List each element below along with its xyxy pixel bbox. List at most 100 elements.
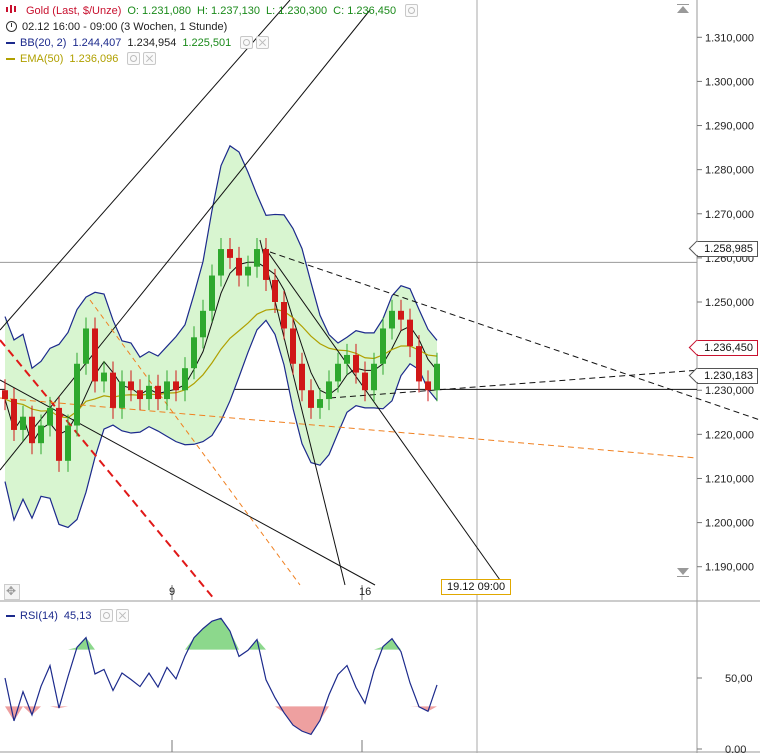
candle-body — [335, 363, 341, 382]
candle-body — [182, 368, 188, 391]
candle-body — [290, 328, 296, 364]
candle-body — [11, 399, 17, 430]
candle-body — [2, 390, 8, 400]
candle-body — [173, 381, 179, 391]
bb-close-icon[interactable] — [256, 36, 270, 49]
candle-body — [146, 385, 152, 400]
rsi-oversold-fill — [14, 706, 23, 721]
bb-settings-icon[interactable] — [240, 36, 254, 49]
bollinger-band-fill — [5, 145, 437, 528]
candle-body — [155, 385, 161, 400]
y-tick-label: 1.290,000 — [705, 121, 754, 133]
rsi-overbought-fill — [212, 618, 221, 650]
scroll-up-icon[interactable] — [677, 6, 689, 13]
legend-price: Gold (Last, $/Unze) O: 1.231,080 H: 1.23… — [6, 3, 419, 18]
candle-body — [110, 372, 116, 408]
legend-period: 02.12 16:00 - 09:00 (3 Wochen, 1 Stunde) — [6, 19, 233, 34]
ema-settings-icon[interactable] — [127, 52, 141, 65]
candle-body — [119, 381, 125, 408]
rsi-settings-icon[interactable] — [100, 609, 114, 622]
rsi-oversold-fill — [59, 706, 68, 709]
candle-body — [209, 275, 215, 311]
ema-label: EMA(50) — [20, 52, 64, 65]
legend-bb: BB(20, 2) 1.244,407 1.234,954 1.225,501 — [6, 35, 270, 50]
candle-body — [389, 310, 395, 329]
scroll-bottom-bar — [677, 576, 689, 577]
symbol-settings-icon[interactable] — [405, 4, 419, 17]
legend-ema: EMA(50) 1.236,096 — [6, 51, 157, 66]
candle-body — [398, 310, 404, 320]
bb-label: BB(20, 2) — [20, 36, 67, 49]
ohlc-low: L: 1.230,300 — [265, 4, 328, 17]
rsi-y-tick-label: 50,00 — [725, 673, 753, 685]
rsi-y-tick-label: 0,00 — [725, 744, 746, 753]
candle-body — [101, 372, 107, 382]
candle-body — [65, 425, 71, 461]
candle-body — [317, 399, 323, 408]
candle-body — [380, 328, 386, 364]
bb-lower: 1.225,501 — [182, 36, 232, 49]
rsi-overbought-fill — [194, 628, 203, 650]
candle-body — [92, 328, 98, 382]
candle-body — [299, 363, 305, 391]
ohlc-high: H: 1.237,130 — [196, 4, 260, 17]
candle-body — [353, 354, 359, 373]
scroll-down-icon[interactable] — [677, 568, 689, 575]
candle-body — [20, 416, 26, 430]
move-icon[interactable] — [4, 584, 20, 600]
y-tick-label: 1.310,000 — [705, 32, 754, 44]
candle-body — [272, 279, 278, 302]
candle-body — [74, 363, 80, 426]
rsi-oversold-fill — [311, 706, 320, 735]
candle-body — [407, 319, 413, 347]
y-tick-label: 1.280,000 — [705, 165, 754, 177]
ema-value: 1.236,096 — [69, 52, 119, 65]
ohlc-open: O: 1.231,080 — [127, 4, 191, 17]
scroll-top-bar — [677, 4, 689, 5]
y-tick-label: 1.230,000 — [705, 385, 754, 397]
candle-body — [47, 407, 53, 426]
candle-body — [254, 249, 260, 267]
candle-body — [38, 425, 44, 444]
price-badge-b1: 1.258,985 — [697, 241, 758, 257]
x-tick-label: 16 — [359, 586, 371, 598]
y-tick-label: 1.190,000 — [705, 562, 754, 574]
candle-body — [200, 310, 206, 338]
candle-body — [164, 381, 170, 400]
candle-body — [128, 381, 134, 391]
ema-swatch — [6, 57, 15, 60]
y-tick-label: 1.270,000 — [705, 209, 754, 221]
rsi-oversold-fill — [50, 706, 59, 709]
chart-canvas[interactable]: 1.190,000 1.200,000 1.210,000 1.220,000 1.23… — [0, 0, 760, 753]
clock-icon — [6, 21, 17, 32]
candle-body — [137, 390, 143, 400]
rsi-value: 45,13 — [63, 609, 92, 622]
candle-body — [191, 337, 197, 369]
price-badge-b3: 1.230,183 — [697, 368, 758, 384]
candle-body — [263, 249, 269, 280]
y-tick-label: 1.300,000 — [705, 76, 754, 88]
candle-body — [236, 257, 242, 276]
candle-body — [371, 363, 377, 391]
y-tick-label: 1.200,000 — [705, 518, 754, 530]
candle-body — [218, 249, 224, 276]
y-tick-label: 1.250,000 — [705, 297, 754, 309]
symbol-icon — [6, 4, 20, 17]
candle-body — [83, 328, 89, 364]
candle-body — [326, 381, 332, 400]
candle-body — [362, 372, 368, 391]
rsi-close-icon[interactable] — [116, 609, 130, 622]
candle-body — [29, 416, 35, 444]
period-text: 02.12 16:00 - 09:00 (3 Wochen, 1 Stunde) — [22, 20, 228, 33]
ohlc-close: C: 1.236,450 — [333, 4, 397, 17]
price-badge-b2: 1.236,450 — [697, 340, 758, 356]
candle-body — [344, 354, 350, 364]
candle-body — [434, 363, 440, 391]
candle-body — [416, 346, 422, 382]
ema-close-icon[interactable] — [143, 52, 157, 65]
crosshair-time-label: 19.12 09:00 — [441, 579, 512, 595]
rsi-overbought-fill — [221, 618, 230, 650]
y-tick-label: 1.210,000 — [705, 473, 754, 485]
bb-swatch — [6, 41, 15, 44]
rsi-swatch — [6, 614, 15, 617]
